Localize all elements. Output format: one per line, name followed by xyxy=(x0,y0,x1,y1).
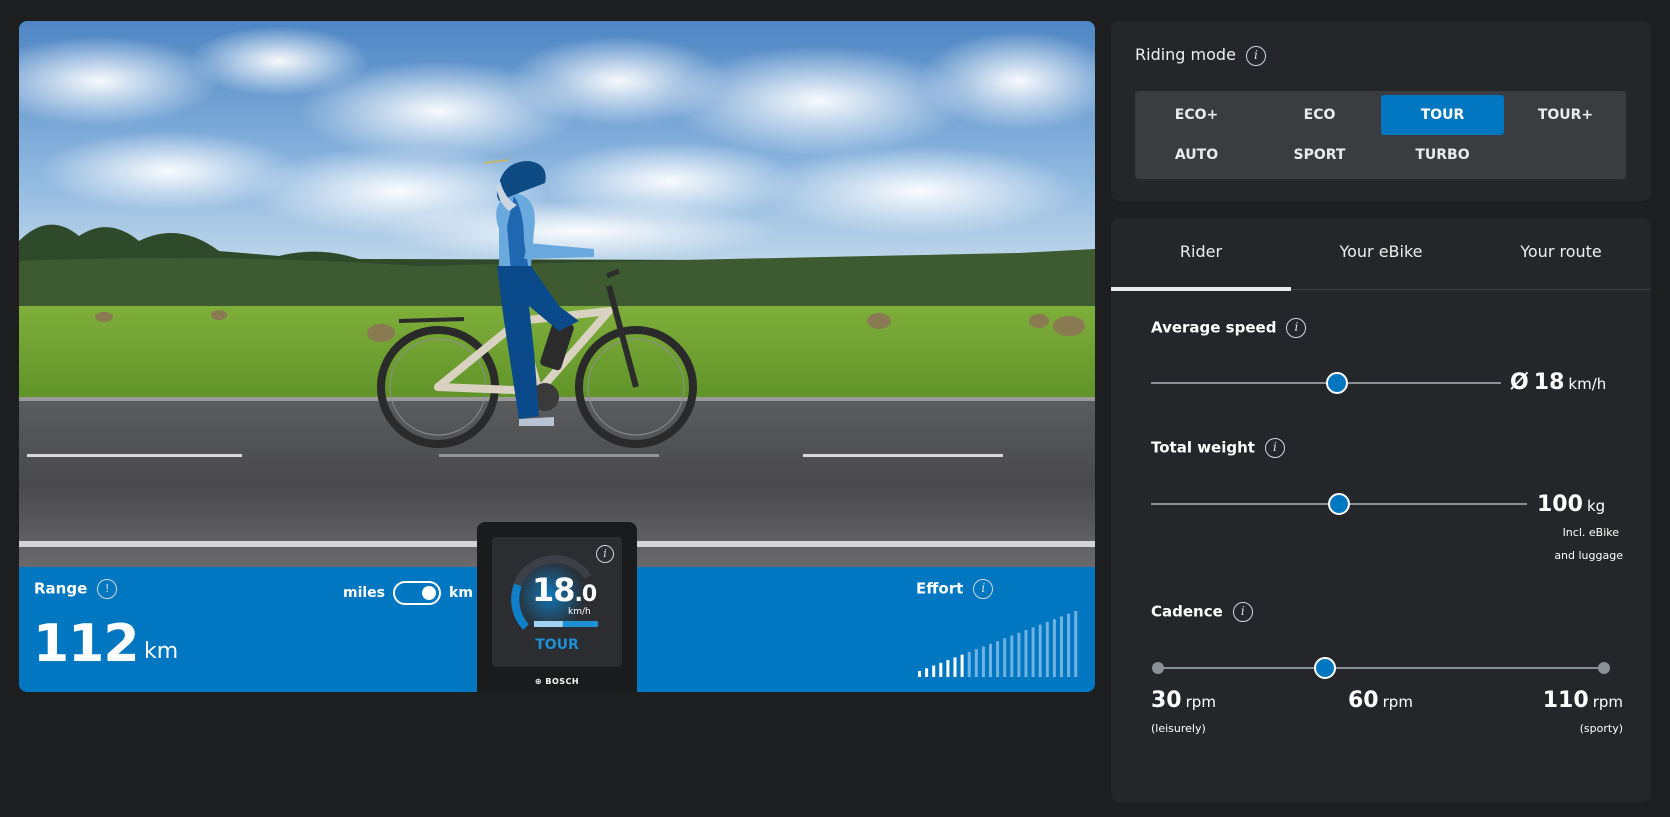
range-value: 112 xyxy=(33,614,140,674)
cadence-low-unit: rpm xyxy=(1185,693,1216,711)
effort-bar xyxy=(1052,619,1056,677)
cadence-slider-thumb[interactable] xyxy=(1314,657,1337,679)
cadence-stop-low[interactable] xyxy=(1152,662,1164,674)
effort-label-row: Effort i xyxy=(916,579,994,599)
average-speed-value: Ø 18 km/h xyxy=(1510,370,1606,395)
effort-bar xyxy=(996,641,1000,677)
info-icon[interactable]: i xyxy=(973,579,994,599)
cadence-high-value: 110 rpm xyxy=(1543,688,1623,713)
cadence-stop-high[interactable] xyxy=(1598,662,1610,674)
cadence-slider-track[interactable] xyxy=(1158,667,1604,669)
info-icon[interactable]: i xyxy=(1264,438,1285,458)
range-label: Range xyxy=(34,579,88,598)
tab-your-ebike[interactable]: Your eBike xyxy=(1291,218,1471,290)
effort-bar xyxy=(1024,630,1028,677)
bosch-ring-icon: ⊕ xyxy=(534,677,546,686)
effort-label: Effort xyxy=(916,579,964,598)
tab-rider[interactable]: Rider xyxy=(1111,218,1291,291)
mode-button-eco[interactable]: ECO xyxy=(1258,95,1381,135)
cadence-label-row: Cadence i xyxy=(1151,602,1253,622)
riding-mode-title-row: Riding mode i xyxy=(1135,45,1266,66)
range-label-row: Range! xyxy=(34,579,118,599)
riding-mode-title: Riding mode xyxy=(1135,45,1236,64)
total-weight-value: 100 kg xyxy=(1537,492,1605,517)
settings-panel: Rider Your eBike Your route Average spee… xyxy=(1111,218,1651,802)
effort-bar xyxy=(946,660,950,677)
mode-button-auto[interactable]: AUTO xyxy=(1135,135,1258,175)
total-weight-unit: kg xyxy=(1586,497,1606,515)
cadence-high-unit: rpm xyxy=(1592,693,1623,711)
total-weight-number: 100 xyxy=(1537,492,1583,517)
switch-knob xyxy=(422,586,437,600)
total-weight-label: Total weight xyxy=(1151,438,1255,457)
exclamation-info-icon[interactable]: ! xyxy=(97,579,118,599)
total-weight-note-2: and luggage xyxy=(1554,549,1623,562)
brand-logo: ⊕ BOSCH xyxy=(534,677,580,686)
average-speed-label-row: Average speed i xyxy=(1151,318,1307,338)
mode-selector: ECO+ ECO TOUR TOUR+ AUTO SPORT TURBO xyxy=(1135,91,1626,179)
info-icon[interactable]: i xyxy=(1232,602,1253,622)
effort-bar xyxy=(939,662,943,677)
average-speed-number: 18 xyxy=(1533,370,1565,395)
average-speed-slider-thumb[interactable] xyxy=(1325,372,1348,394)
cadence-mid-number: 60 xyxy=(1348,688,1379,713)
ebike-display: 18.0 km/h TOUR i ⊕ BOSCH xyxy=(477,522,637,692)
range-unit: km xyxy=(144,639,179,664)
effort-bar xyxy=(967,651,971,677)
effort-bar xyxy=(981,646,985,677)
mode-button-eco-plus[interactable]: ECO+ xyxy=(1135,95,1258,135)
unit-toggle: miles km xyxy=(343,581,473,605)
cadence-high-number: 110 xyxy=(1542,688,1589,713)
unit-switch[interactable] xyxy=(393,581,442,605)
effort-meter xyxy=(918,611,1078,677)
cadence-low-note: (leisurely) xyxy=(1151,722,1206,735)
effort-bar xyxy=(960,654,964,677)
effort-bar xyxy=(1067,613,1071,677)
speed-decimal: .0 xyxy=(574,582,598,607)
tab-bar: Rider Your eBike Your route xyxy=(1111,218,1651,291)
speed-integer: 18 xyxy=(532,571,576,609)
cadence-high-note: (sporty) xyxy=(1579,722,1623,735)
speed-unit: km/h xyxy=(568,607,591,617)
effort-bar xyxy=(1038,624,1042,677)
riding-mode-panel: Riding mode i ECO+ ECO TOUR TOUR+ AUTO SP… xyxy=(1111,21,1651,201)
total-weight-note-1: Incl. eBike xyxy=(1562,526,1619,539)
effort-bar xyxy=(925,668,929,677)
cadence-mid-value: 60 rpm xyxy=(1348,688,1413,713)
effort-bar xyxy=(953,657,957,677)
unit-toggle-miles-label: miles xyxy=(343,585,386,601)
cadence-mid-unit: rpm xyxy=(1382,693,1413,711)
unit-toggle-km-label: km xyxy=(449,585,473,601)
speed-readout: 18.0 xyxy=(532,571,598,609)
average-speed-unit: km/h xyxy=(1568,375,1607,393)
average-speed-prefix: Ø xyxy=(1510,370,1529,395)
mode-button-sport[interactable]: SPORT xyxy=(1258,135,1381,175)
cadence-label: Cadence xyxy=(1151,602,1223,621)
cadence-low-value: 30 rpm xyxy=(1151,688,1216,713)
total-weight-label-row: Total weight i xyxy=(1151,438,1285,458)
display-mode: TOUR xyxy=(535,637,579,653)
effort-bar xyxy=(1045,621,1049,677)
effort-bar xyxy=(918,671,921,677)
total-weight-slider-thumb[interactable] xyxy=(1328,493,1350,515)
effort-bar xyxy=(989,643,992,677)
tab-your-route[interactable]: Your route xyxy=(1471,218,1651,290)
effort-bar xyxy=(932,665,936,677)
info-icon[interactable]: i xyxy=(1286,318,1307,338)
mode-button-tour[interactable]: TOUR xyxy=(1381,95,1504,135)
effort-bar xyxy=(1031,627,1035,677)
display-screen: 18.0 km/h TOUR i xyxy=(492,537,622,667)
effort-bar xyxy=(1010,635,1014,677)
effort-bar xyxy=(1074,611,1078,677)
info-icon[interactable]: i xyxy=(1245,45,1266,66)
effort-bar xyxy=(1060,616,1063,677)
effort-bar xyxy=(974,649,978,677)
mode-button-turbo[interactable]: TURBO xyxy=(1381,135,1504,175)
info-icon[interactable]: i xyxy=(596,545,614,563)
mode-button-tour-plus[interactable]: TOUR+ xyxy=(1504,95,1627,135)
effort-bar xyxy=(1017,632,1021,677)
effort-bar xyxy=(1003,638,1007,677)
cadence-low-number: 30 xyxy=(1151,688,1182,713)
average-speed-label: Average speed xyxy=(1151,318,1277,337)
